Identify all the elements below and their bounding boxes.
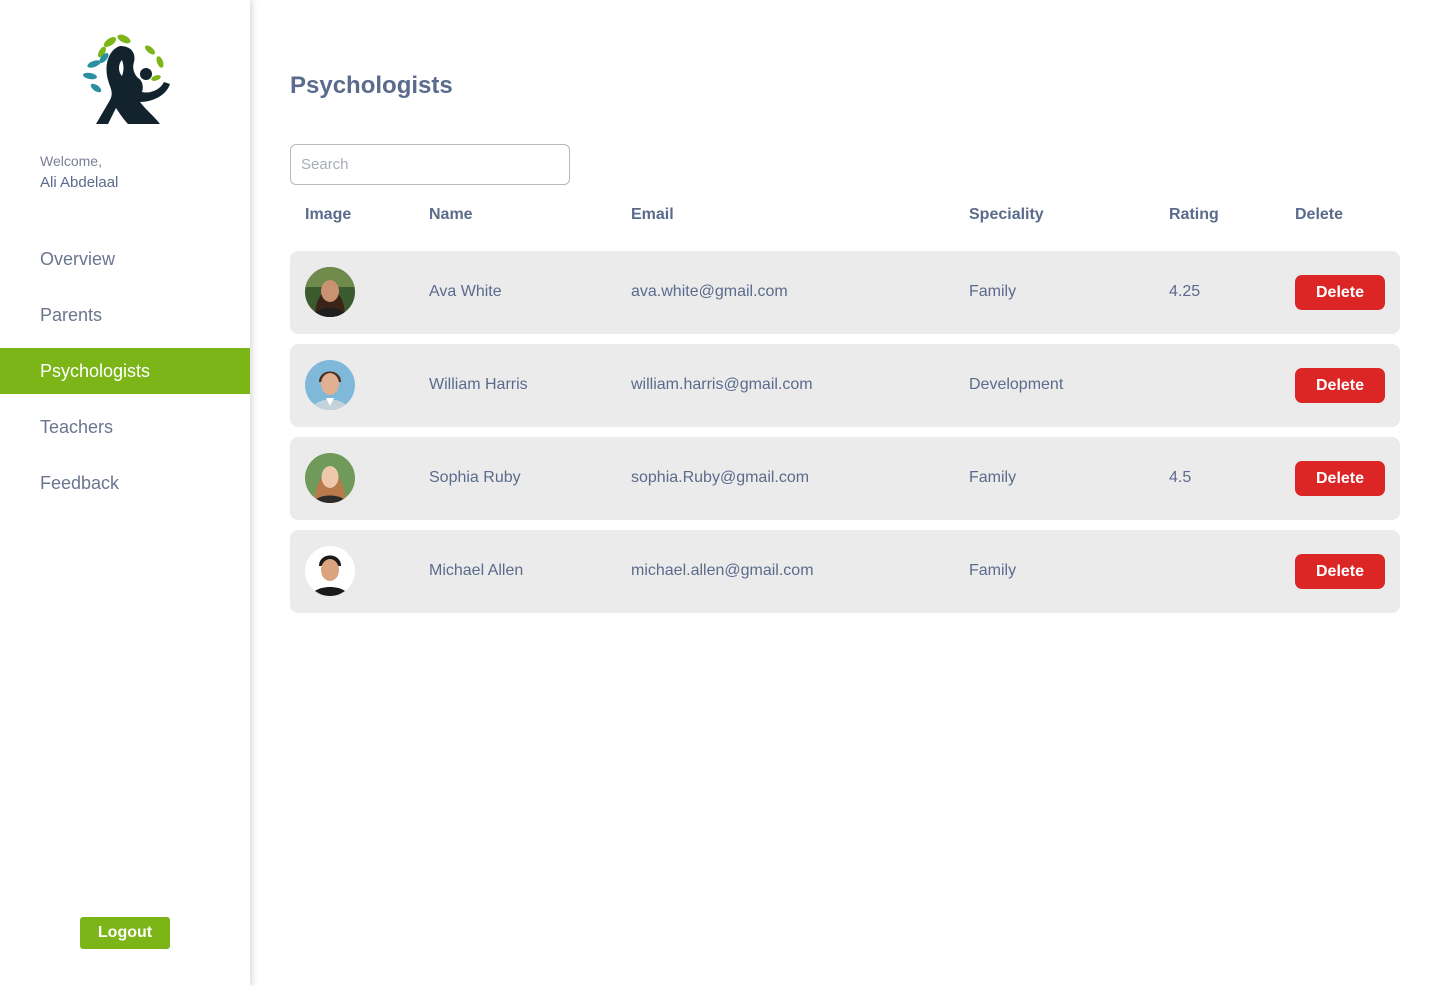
column-header-email: Email: [631, 206, 674, 223]
avatar-sophia-ruby: [305, 453, 355, 503]
psychologist-speciality: Family: [969, 283, 1017, 300]
psychologist-email: sophia.Ruby@gmail.com: [631, 469, 810, 486]
psychologist-name: Ava White: [429, 283, 502, 300]
avatar-michael-allen: [305, 546, 355, 596]
main-content: Psychologists Image Name Email Specialit…: [250, 0, 1437, 986]
app: Welcome, Ali Abdelaal Overview Parents P…: [0, 0, 1437, 986]
delete-button[interactable]: Delete: [1295, 461, 1385, 496]
psychologist-email: ava.white@gmail.com: [631, 283, 788, 300]
column-header-rating: Rating: [1169, 206, 1219, 223]
sidebar-nav: Overview Parents Psychologists Teachers …: [0, 236, 250, 516]
column-header-speciality: Speciality: [969, 206, 1044, 223]
table-row: William Harris william.harris@gmail.com …: [290, 344, 1400, 427]
table-row: Ava White ava.white@gmail.com Family 4.2…: [290, 251, 1400, 334]
psychologist-email: michael.allen@gmail.com: [631, 562, 814, 579]
psychologist-speciality: Family: [969, 469, 1017, 486]
page-title: Psychologists: [290, 72, 453, 99]
welcome-label: Welcome,: [40, 153, 102, 169]
search-input[interactable]: [290, 144, 570, 185]
delete-button[interactable]: Delete: [1295, 368, 1385, 403]
psychologist-name: William Harris: [429, 376, 528, 393]
sidebar-item-feedback[interactable]: Feedback: [0, 460, 250, 506]
logout-button[interactable]: Logout: [80, 917, 170, 949]
table-row: Sophia Ruby sophia.Ruby@gmail.com Family…: [290, 437, 1400, 520]
sidebar-item-teachers[interactable]: Teachers: [0, 404, 250, 450]
avatar-ava-white: [305, 267, 355, 317]
user-name: Ali Abdelaal: [40, 174, 119, 191]
delete-button[interactable]: Delete: [1295, 275, 1385, 310]
psychologist-speciality: Family: [969, 562, 1017, 579]
sidebar-item-parents[interactable]: Parents: [0, 292, 250, 338]
psychologist-rating: 4.25: [1169, 283, 1201, 300]
table-header: Image Name Email Speciality Rating Delet…: [290, 206, 1400, 230]
column-header-image: Image: [305, 206, 352, 223]
column-header-name: Name: [429, 206, 473, 223]
logo-icon: [80, 30, 176, 128]
psychologist-name: Michael Allen: [429, 562, 524, 579]
table-row: Michael Allen michael.allen@gmail.com Fa…: [290, 530, 1400, 613]
psychologist-speciality: Development: [969, 376, 1064, 393]
column-header-delete: Delete: [1295, 206, 1344, 223]
sidebar-item-psychologists[interactable]: Psychologists: [0, 348, 250, 394]
avatar-william-harris: [305, 360, 355, 410]
sidebar-item-overview[interactable]: Overview: [0, 236, 250, 282]
psychologist-rating: 4.5: [1169, 469, 1192, 486]
delete-button[interactable]: Delete: [1295, 554, 1385, 589]
psychologists-table: Ava White ava.white@gmail.com Family 4.2…: [290, 251, 1400, 623]
psychologist-name: Sophia Ruby: [429, 469, 521, 486]
sidebar: Welcome, Ali Abdelaal Overview Parents P…: [0, 0, 250, 986]
psychologist-email: william.harris@gmail.com: [631, 376, 813, 393]
